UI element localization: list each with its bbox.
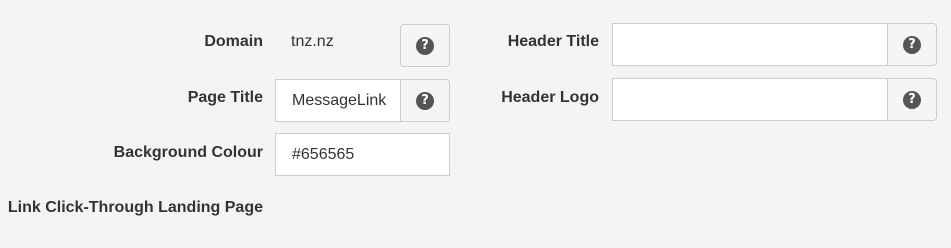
domain-label: Domain: [204, 33, 263, 50]
page-title-help-button[interactable]: ?: [400, 79, 450, 122]
domain-help-button[interactable]: ?: [400, 24, 450, 67]
question-circle-icon: ?: [903, 90, 921, 109]
question-circle-icon: ?: [903, 35, 921, 54]
header-title-input[interactable]: [612, 23, 888, 66]
link-click-through-label: Link Click-Through Landing Page: [7, 199, 263, 216]
header-logo-label: Header Logo: [501, 89, 599, 106]
page-title-label: Page Title: [187, 89, 263, 106]
background-colour-label: Background Colour: [113, 144, 263, 161]
question-circle-icon: ?: [416, 36, 434, 55]
page-title-input[interactable]: MessageLink: [275, 79, 401, 122]
header-logo-help-button[interactable]: ?: [887, 78, 937, 121]
header-title-label: Header Title: [507, 33, 599, 50]
domain-value: tnz.nz: [291, 33, 334, 50]
header-logo-input[interactable]: [612, 78, 888, 121]
question-circle-icon: ?: [416, 91, 434, 110]
header-title-help-button[interactable]: ?: [887, 23, 937, 66]
background-colour-input[interactable]: #656565: [275, 133, 450, 176]
